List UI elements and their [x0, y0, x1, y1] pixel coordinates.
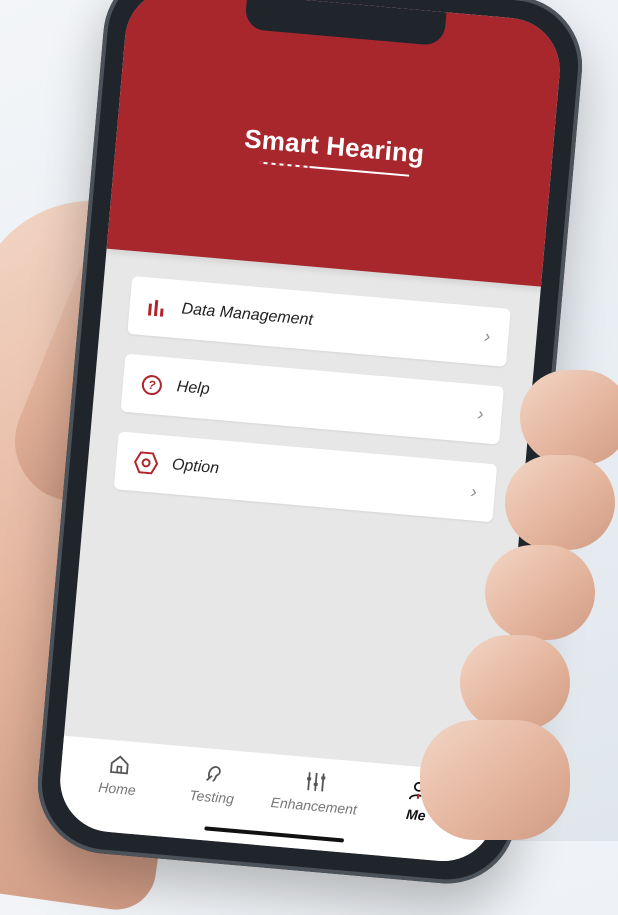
chevron-right-icon: ›: [469, 481, 478, 502]
menu-item-help[interactable]: ? Help ›: [120, 353, 505, 445]
menu-item-option[interactable]: Option ›: [113, 431, 498, 523]
menu-list: Data Management › ? Help › Option ›: [112, 275, 511, 542]
title-dots: [259, 161, 310, 168]
finger: [520, 370, 618, 465]
help-circle-icon: ?: [141, 375, 162, 396]
app-title: Smart Hearing: [243, 123, 426, 169]
finger: [420, 720, 570, 840]
finger: [460, 635, 570, 730]
tab-enhancement[interactable]: Enhancement: [258, 765, 371, 818]
tab-testing[interactable]: Testing: [164, 757, 262, 809]
finger: [485, 545, 595, 640]
tab-label: Testing: [188, 786, 235, 807]
tab-label: Enhancement: [270, 794, 358, 818]
ear-icon: [205, 766, 221, 782]
svg-text:?: ?: [148, 378, 157, 393]
notch: [244, 0, 447, 47]
device: Smart Hearing Data Management › ? Help ›…: [0, 0, 618, 890]
menu-item-label: Help: [176, 378, 211, 399]
tab-label: Home: [97, 778, 137, 799]
app-header: Smart Hearing: [106, 0, 565, 287]
menu-item-label: Option: [171, 456, 220, 478]
home-icon: [109, 755, 129, 775]
tab-home[interactable]: Home: [69, 749, 167, 801]
finger: [505, 455, 615, 550]
equalizer-icon: [307, 772, 326, 792]
bar-chart-icon: [147, 300, 164, 317]
menu-item-label: Data Management: [180, 300, 314, 329]
menu-item-data-management[interactable]: Data Management ›: [127, 275, 511, 367]
tab-label: Me: [405, 805, 427, 824]
settings-hex-icon: [134, 451, 159, 475]
chevron-right-icon: ›: [483, 325, 492, 347]
chevron-right-icon: ›: [476, 403, 485, 425]
home-indicator: [204, 826, 345, 843]
